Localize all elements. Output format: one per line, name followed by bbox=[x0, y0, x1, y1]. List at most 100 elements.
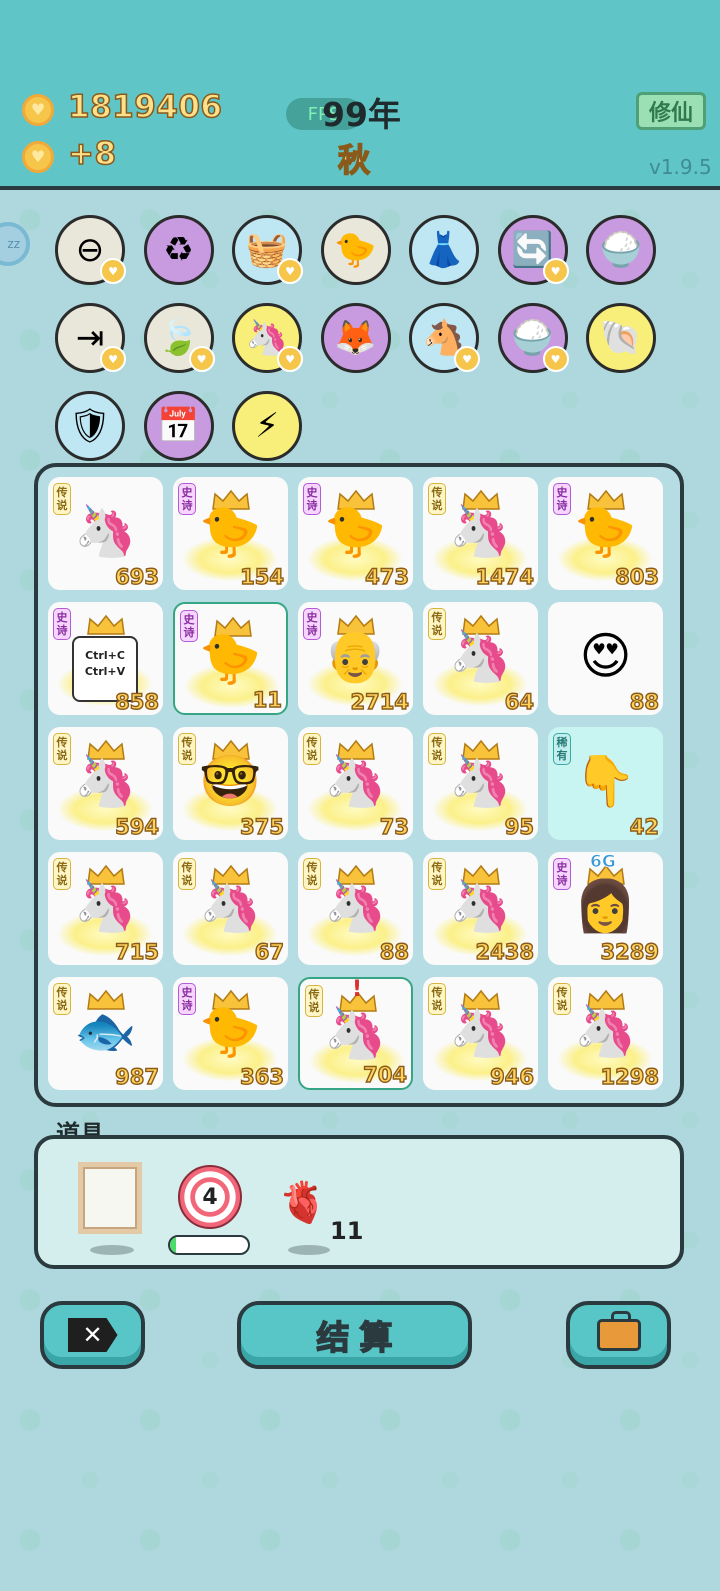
close-button[interactable]: ✕ bbox=[40, 1301, 145, 1369]
liver-item-icon[interactable]: 🫀 bbox=[278, 1179, 328, 1226]
fruit-basket-icon[interactable]: 🧺 ♥ bbox=[232, 215, 303, 285]
heart-badge-icon: ♥ bbox=[542, 346, 569, 372]
board-card[interactable]: 🐟 传说 987 bbox=[48, 977, 163, 1090]
shell-icon[interactable]: 🐚 bbox=[586, 303, 656, 373]
rarity-tag: 传说 bbox=[178, 858, 196, 890]
rarity-tag: 传说 bbox=[428, 733, 446, 765]
alert-mark: ! bbox=[352, 977, 363, 1002]
board-card[interactable]: 🦄 传说 594 bbox=[48, 727, 163, 840]
refresh-icon[interactable]: 🔄 ♥ bbox=[497, 215, 569, 285]
board-card[interactable]: 🦄 传说 73 bbox=[298, 727, 413, 840]
skirt-icon[interactable]: 👗 bbox=[409, 215, 479, 285]
item-shadow bbox=[288, 1245, 330, 1255]
rarity-tag: 传说 bbox=[303, 858, 321, 890]
shield-wrench-icon[interactable]: 🛡 bbox=[55, 391, 125, 461]
lightning-icon[interactable]: ⚡ bbox=[232, 391, 302, 461]
no-entry-icon[interactable]: ⊖ ♥ bbox=[55, 215, 126, 285]
rarity-tag: 史诗 bbox=[553, 858, 571, 890]
board-card[interactable]: 🦄 传说 1474 bbox=[423, 477, 538, 590]
coin-count: 1819406 bbox=[67, 88, 223, 126]
card-value: 594 bbox=[114, 814, 159, 839]
year-label: 99年 bbox=[322, 95, 401, 134]
settle-label: 结算 bbox=[316, 1317, 403, 1358]
board-card[interactable]: 👇 稀有 42 bbox=[548, 727, 663, 840]
rarity-tag: 史诗 bbox=[180, 610, 198, 642]
board-card[interactable]: 👩 史诗 6G 3289 bbox=[548, 852, 663, 965]
board-card[interactable]: 🦄 传说 67 bbox=[173, 852, 288, 965]
picture-frame-item[interactable] bbox=[78, 1162, 142, 1234]
card-value: 704 bbox=[362, 1062, 407, 1087]
settle-button[interactable]: 结算 bbox=[237, 1301, 472, 1369]
xiuxian-button[interactable]: 修仙 bbox=[636, 92, 706, 130]
board-card[interactable]: 🐤 史诗 154 bbox=[173, 477, 288, 590]
card-value: 375 bbox=[239, 814, 284, 839]
card-value: 67 bbox=[254, 939, 285, 964]
heart-badge-icon: ♥ bbox=[100, 258, 126, 284]
season-label: 秋 bbox=[337, 140, 371, 180]
board-card[interactable]: 👴 史诗 2714 bbox=[298, 602, 413, 715]
version-label: v1.9.5 bbox=[649, 155, 712, 179]
items-panel: 4 🫀 11 bbox=[34, 1135, 684, 1269]
heart-badge-icon: ♥ bbox=[100, 346, 126, 372]
coin-icon: ♥ bbox=[22, 94, 54, 126]
twin-unicorn-icon[interactable]: 🐴 ♥ bbox=[409, 303, 480, 373]
card-value: 1474 bbox=[475, 564, 535, 589]
crown-icon bbox=[87, 614, 125, 635]
card-value: 42 bbox=[629, 814, 660, 839]
board-card[interactable]: 🦄 传说 88 bbox=[298, 852, 413, 965]
recycle-icon[interactable]: ♻ bbox=[143, 215, 214, 285]
skip-icon[interactable]: ⇥ ♥ bbox=[55, 303, 126, 373]
rarity-tag: 传说 bbox=[303, 733, 321, 765]
card-value: 858 bbox=[114, 689, 159, 714]
card-value: 987 bbox=[114, 1064, 159, 1089]
board-card[interactable]: Ctrl+C Ctrl+V 史诗 858 bbox=[48, 602, 163, 715]
backpack-button[interactable] bbox=[566, 1301, 671, 1369]
character-icon: 😍 bbox=[579, 627, 632, 685]
board-card[interactable]: 🦄 传说 64 bbox=[423, 602, 538, 715]
rarity-tag: 史诗 bbox=[303, 608, 321, 640]
heart-badge-icon: ♥ bbox=[277, 258, 303, 284]
unicorn-icon[interactable]: 🦄 ♥ bbox=[232, 303, 303, 373]
keycap-label: Ctrl+C bbox=[85, 649, 125, 662]
board-card[interactable]: 🐤 史诗 803 bbox=[548, 477, 663, 590]
card-value: 2714 bbox=[350, 689, 410, 714]
target-progress-bar bbox=[168, 1235, 250, 1255]
chick-egg-icon[interactable]: 🐤 bbox=[320, 215, 391, 285]
rarity-tag: 传说 bbox=[428, 483, 446, 515]
leaf-icon[interactable]: 🍃 ♥ bbox=[143, 303, 215, 373]
card-value: 88 bbox=[629, 689, 660, 714]
board-card[interactable]: 🐤 史诗 473 bbox=[298, 477, 413, 590]
top-status-bar: ♥ 1819406 ♥ +8 FPS 99年 秋 修仙 v1.9.5 bbox=[0, 0, 720, 190]
board-card[interactable]: 🦄 传说 95 bbox=[423, 727, 538, 840]
6g-label: 6G bbox=[590, 852, 617, 872]
heart-badge-icon: ♥ bbox=[542, 258, 569, 284]
board-card[interactable]: 🦄 传说 1298 bbox=[548, 977, 663, 1090]
rarity-tag: 史诗 bbox=[178, 983, 196, 1015]
card-value: 88 bbox=[379, 939, 410, 964]
card-value: 2438 bbox=[475, 939, 535, 964]
board-card[interactable]: 🦄 传说 693 bbox=[48, 477, 163, 590]
fox-mask-icon[interactable]: 🦊 bbox=[320, 303, 391, 373]
rice-bowl-2-icon[interactable]: 🍚 ♥ bbox=[497, 303, 569, 373]
board-card[interactable]: 🦄 传说! 704 bbox=[298, 977, 413, 1090]
target-count: 4 bbox=[195, 1182, 225, 1212]
calendar-icon[interactable]: 📅 bbox=[143, 391, 214, 461]
board-card[interactable]: 🦄 传说 715 bbox=[48, 852, 163, 965]
card-value: 95 bbox=[504, 814, 535, 839]
card-value: 693 bbox=[114, 564, 159, 589]
board-card[interactable]: 🐤 史诗 363 bbox=[173, 977, 288, 1090]
rice-bowl-icon[interactable]: 🍚 bbox=[586, 215, 656, 285]
liver-count: 11 bbox=[330, 1217, 364, 1245]
income-coin-icon: ♥ bbox=[22, 141, 54, 173]
board-card[interactable]: 🦄 传说 946 bbox=[423, 977, 538, 1090]
target-item[interactable]: 4 bbox=[178, 1165, 242, 1229]
heart-badge-icon: ♥ bbox=[277, 346, 303, 372]
rarity-tag: 史诗 bbox=[178, 483, 196, 515]
board-card[interactable]: 🦄 传说 2438 bbox=[423, 852, 538, 965]
rarity-tag: 传说 bbox=[178, 733, 196, 765]
board-card[interactable]: 🤓 传说 375 bbox=[173, 727, 288, 840]
board-card[interactable]: 😍 88 bbox=[548, 602, 663, 715]
rarity-tag: 传说 bbox=[53, 983, 71, 1015]
card-value: 3289 bbox=[600, 939, 660, 964]
board-card[interactable]: 🐤 史诗 11 bbox=[173, 602, 288, 715]
